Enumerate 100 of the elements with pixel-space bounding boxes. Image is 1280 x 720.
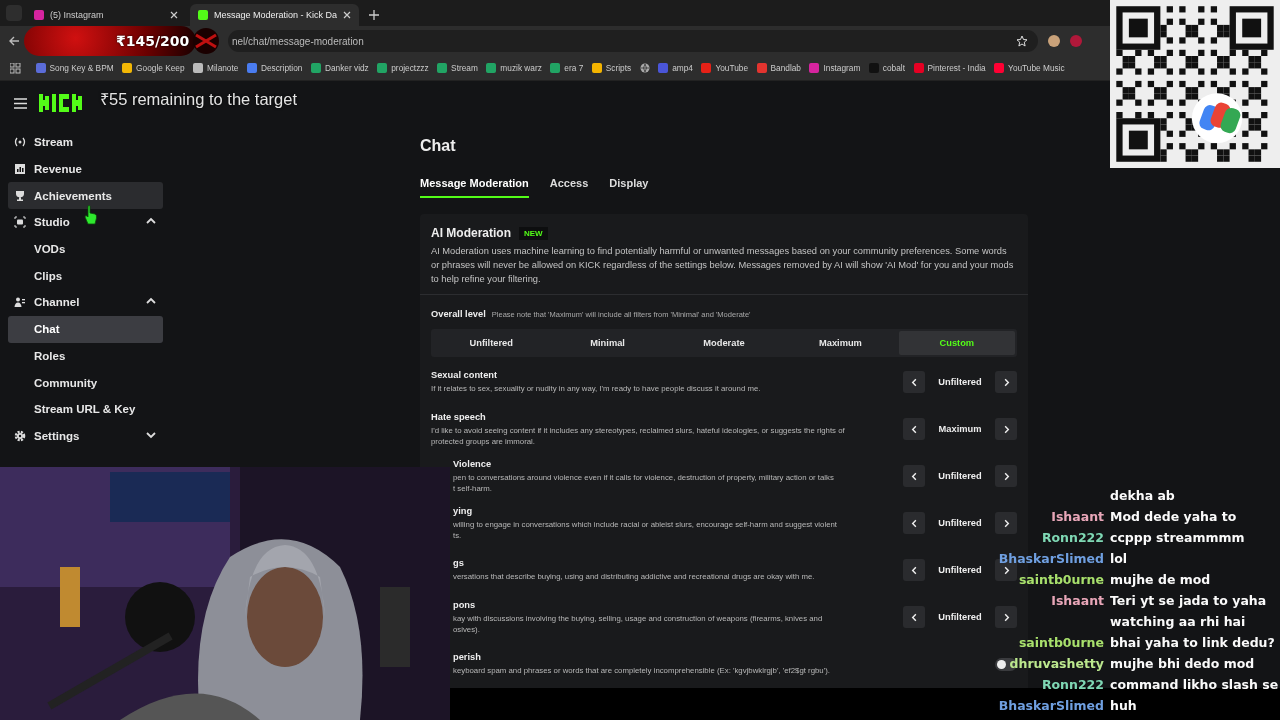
level-option[interactable]: Custom [898, 331, 1016, 355]
previous-button[interactable] [903, 606, 925, 628]
chevron-left-icon [909, 377, 919, 387]
sidebar-subitem[interactable]: VODs [8, 235, 163, 263]
chat-username: Ishaant [1051, 593, 1104, 608]
globe-icon[interactable] [639, 63, 650, 73]
bookmark-link[interactable]: cobalt [882, 63, 905, 73]
overall-level-label: Overall level [431, 309, 486, 319]
bookmark-link[interactable]: YouTube Music [1008, 63, 1065, 73]
extension-icon[interactable] [1048, 35, 1060, 47]
trophy-icon [14, 189, 26, 202]
sidebar-item[interactable]: Revenue [8, 155, 163, 183]
chat-username: BhaskarSlimed [998, 698, 1104, 713]
star-icon[interactable] [1016, 35, 1028, 47]
category-title: Violence [453, 458, 493, 469]
filter-value: Unfiltered [937, 612, 983, 622]
chevron-left-icon [909, 424, 919, 434]
chevron-left-icon [909, 471, 919, 481]
next-button[interactable] [995, 606, 1017, 628]
chevron-left-icon [909, 518, 919, 528]
section-title: AI Moderation [431, 226, 511, 240]
sidebar-subitem[interactable]: Chat [8, 315, 163, 343]
new-tab-icon[interactable] [369, 10, 380, 20]
tab-icon [198, 10, 208, 20]
chat-message: bhai yaha to link dedu? [1110, 634, 1276, 652]
address-bar[interactable]: nel/chat/message-moderation [228, 30, 1038, 52]
bookmark-link[interactable]: Description [260, 63, 303, 73]
sidebar-item[interactable]: Settings [8, 422, 163, 450]
filter-value: Unfiltered [937, 518, 983, 528]
filter-value: Unfiltered [937, 565, 983, 575]
page-tab[interactable]: Message Moderation [420, 177, 529, 198]
level-option[interactable]: Unfiltered [433, 331, 550, 355]
bookmark-link[interactable]: amp4 [672, 63, 693, 73]
level-option[interactable]: Maximum [782, 331, 899, 355]
back-icon[interactable] [8, 35, 20, 47]
chat-message: huh [1110, 697, 1138, 715]
bookmark-link[interactable]: YouTube [715, 63, 748, 73]
sidebar-subitem[interactable]: Clips [8, 262, 163, 290]
next-button[interactable] [995, 512, 1017, 534]
level-option[interactable]: Minimal [549, 331, 666, 355]
sidebar-subitem[interactable]: Stream URL & Key [8, 395, 163, 423]
bookmark-link[interactable]: Scripts [605, 63, 632, 73]
close-icon[interactable] [170, 11, 178, 19]
bookmark-link[interactable]: Milanote [207, 63, 239, 73]
close-icon[interactable] [343, 11, 352, 19]
sidebar-item[interactable]: Channel [8, 289, 163, 316]
bookmark-link[interactable]: Danker vidz [324, 63, 369, 73]
filter-value: Unfiltered [937, 377, 983, 387]
browser-tab[interactable]: (5) Instagram [26, 4, 186, 26]
browser-tab[interactable]: Message Moderation - Kick Da [190, 4, 360, 26]
broadcast-icon [14, 136, 26, 149]
category-title: ying [453, 505, 474, 516]
new-badge: NEW [519, 226, 548, 240]
bookmark-link[interactable]: Google Keep [136, 63, 185, 73]
chevron-left-icon [909, 565, 919, 575]
chat-username: dhruvashetty [1009, 656, 1104, 671]
sidebar-subitem[interactable]: Community [8, 369, 163, 396]
chat-message: mujhe bhi dedo mod [1110, 655, 1256, 673]
section-description: AI Moderation uses machine learning to find potentially harmful or unwanted messages based on your community preferences. Some words or phrases will never be allowed on KICK regardless of the settings below. Messages removed by AI will show 'AI Mod' for you and your mods to help refine your filtering. [431, 245, 1015, 286]
donation-goal: ₹145/200 [24, 26, 196, 56]
previous-button[interactable] [903, 418, 925, 440]
category-title: pons [453, 599, 477, 610]
bookmark-link[interactable]: era 7 [564, 63, 584, 73]
chart-icon [14, 163, 26, 176]
chat-message: dekha ab [1110, 487, 1176, 505]
chevron-left-icon [909, 612, 919, 622]
page-tab[interactable]: Access [549, 177, 589, 198]
sidebar-item[interactable]: Achievements [8, 182, 163, 210]
bookmark-link[interactable]: Song Key & BPM [49, 63, 114, 73]
menu-icon[interactable] [14, 97, 27, 109]
next-button[interactable] [995, 371, 1017, 393]
sidebar-subitem[interactable]: Roles [8, 342, 163, 370]
category-title: gs [453, 558, 465, 568]
level-option[interactable]: Moderate [665, 331, 783, 355]
bookmark-link[interactable]: Instagram [823, 63, 861, 73]
users-icon [14, 296, 26, 309]
apps-icon[interactable] [10, 62, 21, 74]
bookmark-link[interactable]: muzik warz [500, 63, 542, 73]
chat-username: saintb0urne [1018, 635, 1104, 650]
next-button[interactable] [995, 418, 1017, 440]
category-title: perish [453, 652, 482, 662]
previous-button[interactable] [903, 512, 925, 534]
bookmark-link[interactable]: Stream [451, 63, 478, 73]
chat-message: ccppp streammmm [1110, 529, 1246, 547]
chat-message: command likho slash se [1110, 676, 1280, 694]
bookmark-link[interactable]: Pinterest - India [927, 63, 986, 73]
page-tab[interactable]: Display [609, 177, 649, 198]
previous-button[interactable] [903, 559, 925, 581]
previous-button[interactable] [903, 371, 925, 393]
sidebar-item[interactable]: Studio [8, 209, 163, 236]
next-button[interactable] [995, 465, 1017, 487]
bookmark-link[interactable]: Bandlab [770, 63, 801, 73]
settings-icon [14, 429, 26, 442]
chat-username: Ronn222 [1041, 677, 1104, 692]
goal-remaining-text: ₹55 remaining to the target [100, 89, 298, 110]
previous-button[interactable] [903, 465, 925, 487]
category-title: Sexual content [431, 370, 499, 380]
filter-value: Maximum [937, 424, 983, 434]
sidebar-item[interactable]: Stream [8, 129, 163, 156]
bookmark-link[interactable]: projectzzz [391, 63, 429, 73]
